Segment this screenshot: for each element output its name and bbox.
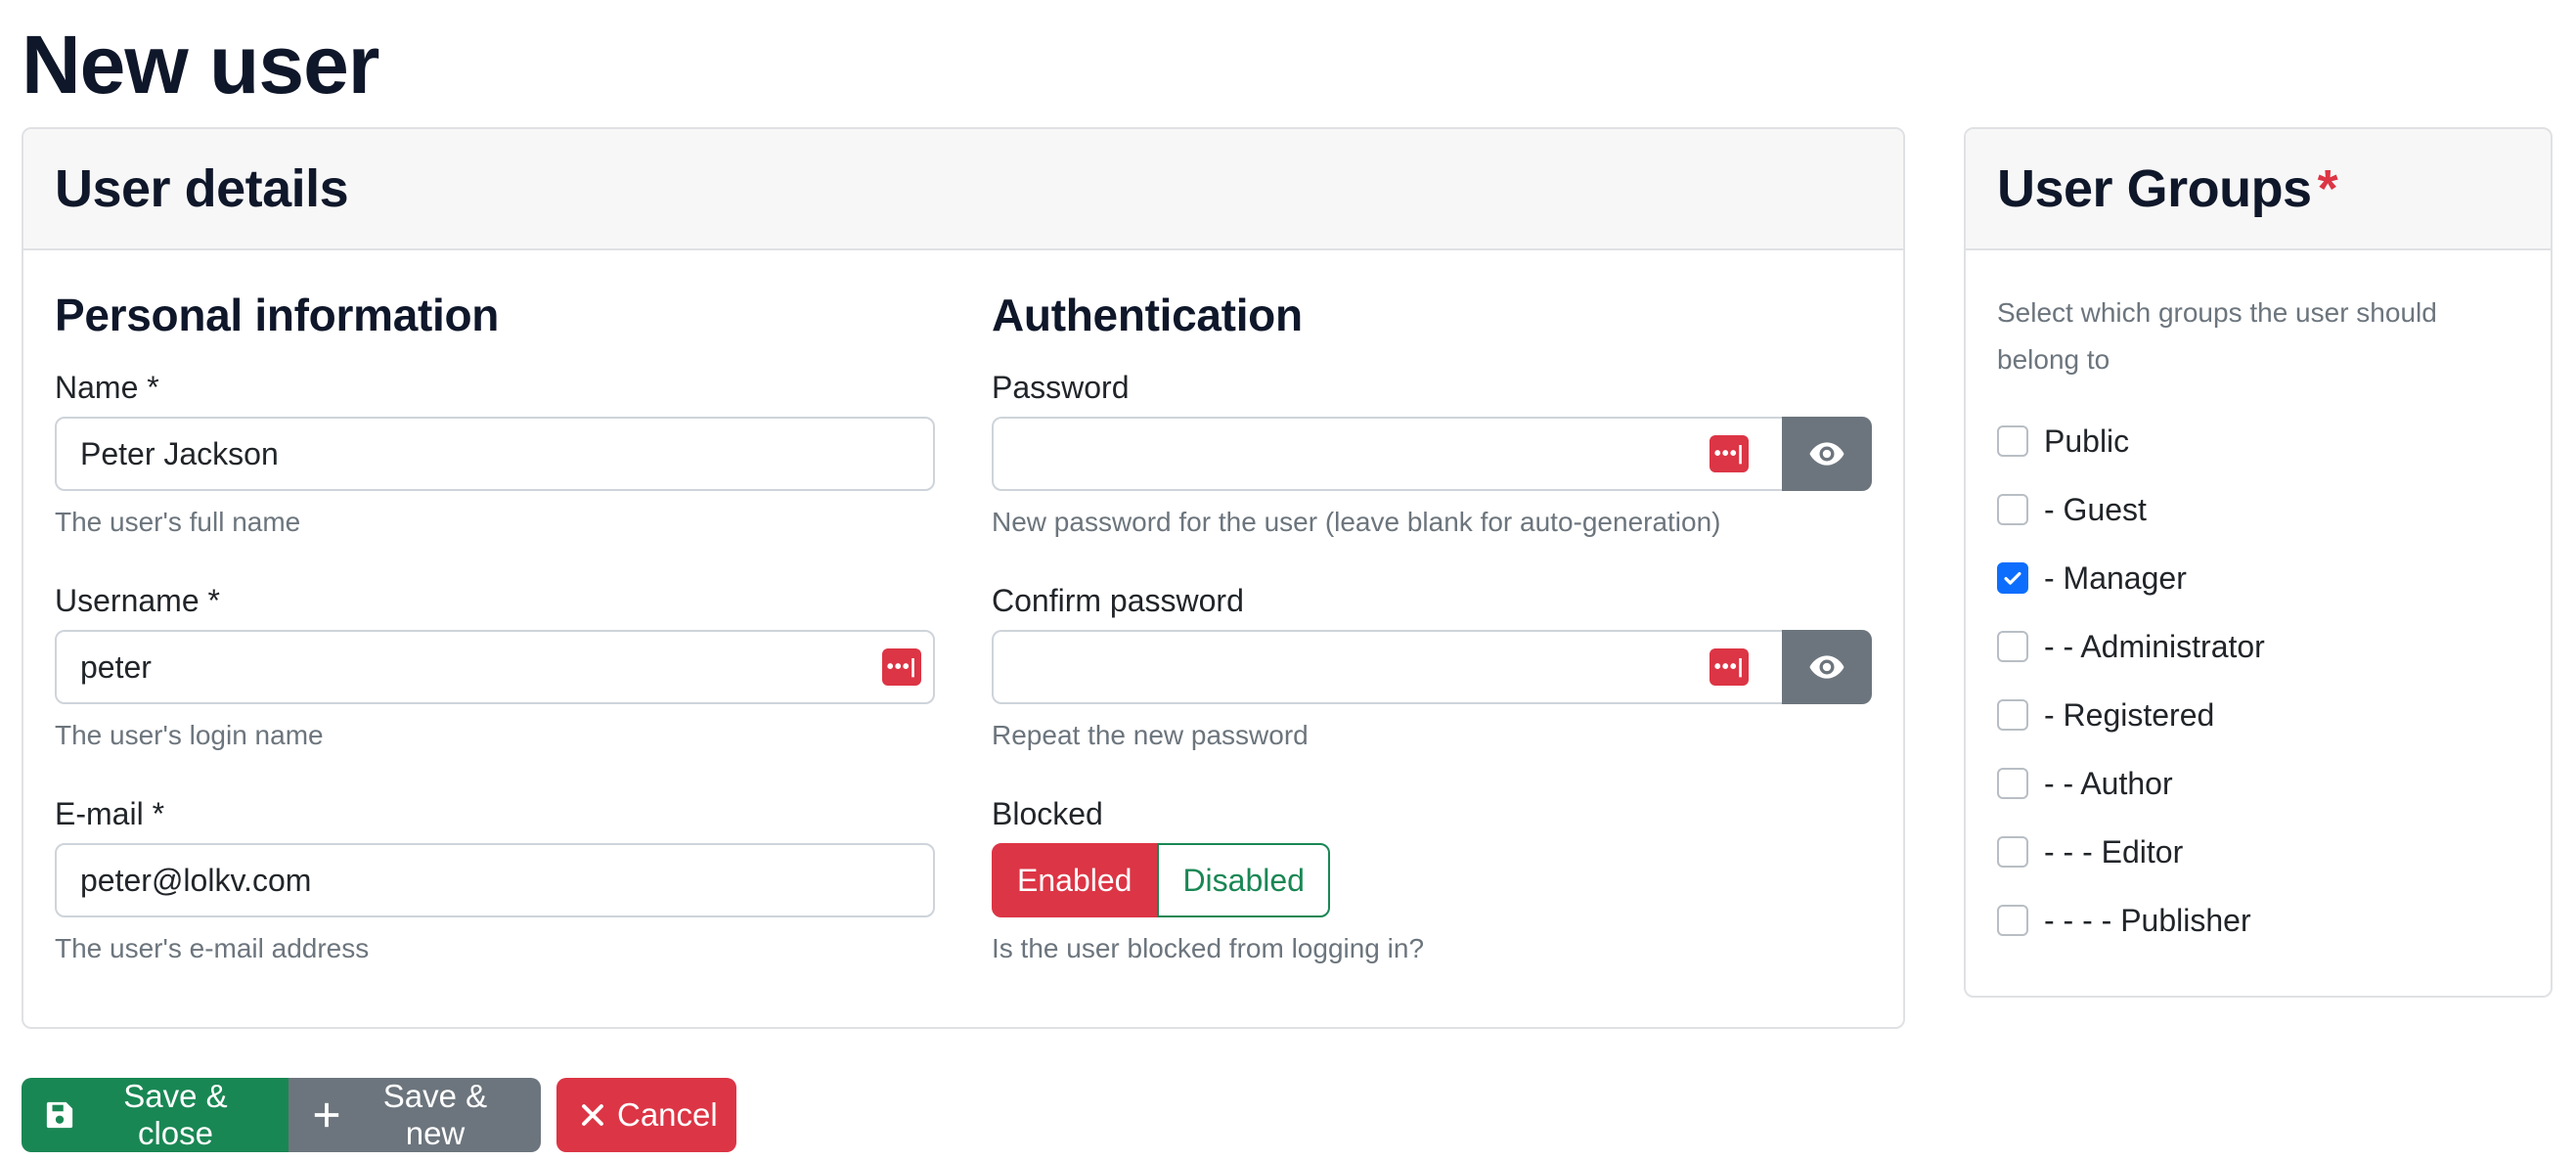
authentication-section: Authentication Password •••| New passwor… [992,250,1872,963]
user-groups-description: Select which groups the user should belo… [1997,297,2437,375]
name-input-wrap [55,417,935,491]
group-label: - - - - Publisher [2044,902,2251,938]
checkbox[interactable] [1997,905,2028,936]
user-groups-title: User Groups * [1997,158,2338,219]
blocked-label: Blocked [992,796,1103,831]
password-manager-icon[interactable]: •••| [882,648,921,686]
group-list: Public - Guest - Manager - - Administrator -… [1997,407,2525,955]
group-label: - Manager [2044,559,2187,596]
group-item[interactable]: - - - Editor [1997,818,2525,886]
page-title: New user [22,19,379,111]
username-input[interactable] [55,630,935,704]
user-groups-header: User Groups * [1966,129,2551,250]
save-new-label: Save & new [382,1078,488,1151]
confirm-password-field: Confirm password •••| Repeat the new pas… [992,581,1872,753]
user-details-card: User details Personal information Name *… [22,127,1905,1029]
authentication-title: Authentication [992,290,1303,340]
confirm-password-label: Confirm password [992,583,1244,618]
checkbox-checked[interactable] [1997,562,2028,594]
group-item[interactable]: - Manager [1997,544,2525,612]
save-close-label: Save & close [123,1078,228,1151]
password-input[interactable] [992,417,1782,491]
personal-information-section: Personal information Name * The user's f… [55,250,935,963]
username-help: The user's login name [55,720,324,750]
checkbox[interactable] [1997,494,2028,525]
email-input-wrap [55,843,935,917]
email-help: The user's e-mail address [55,933,370,963]
blocked-disabled-button[interactable]: Disabled [1157,843,1330,917]
username-input-wrap: •••| [55,630,935,704]
confirm-password-help: Repeat the new password [992,720,1309,750]
blocked-help: Is the user blocked from logging in? [992,933,1425,963]
email-field: E-mail * The user's e-mail address [55,794,935,966]
show-password-button[interactable] [1782,417,1872,491]
checkbox[interactable] [1997,836,2028,868]
group-label: - - Author [2044,765,2173,801]
name-help: The user's full name [55,507,301,537]
email-input[interactable] [55,843,935,917]
user-details-title: User details [55,159,349,218]
name-field: Name * The user's full name [55,368,935,540]
group-label: - - - Editor [2044,833,2184,870]
password-label: Password [992,370,1130,405]
show-confirm-password-button[interactable] [1782,630,1872,704]
group-label: - Registered [2044,696,2215,733]
password-help: New password for the user (leave blank f… [992,507,1721,537]
confirm-password-input-wrap: •••| [992,630,1872,704]
cancel-label: Cancel [617,1096,718,1133]
checkbox[interactable] [1997,699,2028,731]
email-label: E-mail * [55,796,165,831]
blocked-field: Blocked Enabled Disabled Is the user blo… [992,794,1872,966]
save-new-button[interactable]: Save & new [289,1078,541,1152]
required-marker: * [2317,159,2338,218]
user-groups-body: Select which groups the user should belo… [1997,250,2525,955]
eye-icon [1809,442,1844,466]
group-item[interactable]: - - Administrator [1997,612,2525,681]
checkbox[interactable] [1997,768,2028,799]
group-label: - - Administrator [2044,628,2265,664]
checkmark-icon [2004,571,2021,585]
password-manager-icon[interactable]: •••| [1710,435,1749,472]
group-item[interactable]: - Registered [1997,681,2525,749]
eye-icon [1809,655,1844,679]
password-input-wrap: •••| [992,417,1872,491]
plus-icon [312,1100,341,1130]
checkbox[interactable] [1997,631,2028,662]
blocked-enabled-button[interactable]: Enabled [992,843,1158,917]
confirm-password-input[interactable] [992,630,1782,704]
personal-information-title: Personal information [55,290,500,340]
group-item[interactable]: - - - - Publisher [1997,886,2525,955]
group-item[interactable]: - Guest [1997,475,2525,544]
page: New user User details Personal informati… [0,0,2576,1160]
password-field: Password •••| New password for the user … [992,368,1872,540]
cancel-button[interactable]: Cancel [556,1078,736,1152]
group-label: Public [2044,423,2130,459]
username-label: Username * [55,583,220,618]
checkbox[interactable] [1997,425,2028,457]
save-close-button[interactable]: Save & close [22,1078,289,1152]
close-icon [580,1102,605,1128]
user-groups-card: User Groups * Select which groups the use… [1964,127,2553,998]
name-label: Name * [55,370,159,405]
group-item[interactable]: - - Author [1997,749,2525,818]
user-details-header: User details [23,129,1903,250]
user-groups-title-text: User Groups [1997,159,2312,218]
form-actions: Save & close Save & new Cancel [22,1078,736,1152]
password-manager-icon[interactable]: •••| [1710,648,1749,686]
blocked-toggle: Enabled Disabled [992,843,1872,917]
floppy-disk-icon [45,1100,74,1130]
group-item[interactable]: Public [1997,407,2525,475]
username-field: Username * •••| The user's login name [55,581,935,753]
group-label: - Guest [2044,491,2147,527]
name-input[interactable] [55,417,935,491]
